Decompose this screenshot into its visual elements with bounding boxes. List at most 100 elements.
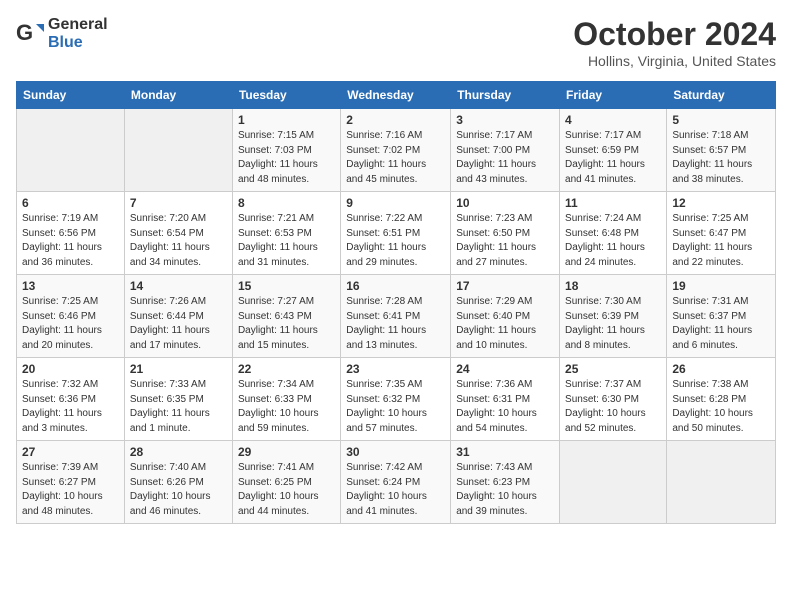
day-number: 30 (346, 445, 445, 459)
logo: G General Blue (16, 16, 108, 52)
svg-text:G: G (16, 20, 33, 45)
calendar-cell (667, 441, 776, 524)
day-info: Sunrise: 7:38 AMSunset: 6:28 PMDaylight:… (672, 378, 770, 436)
calendar-cell: 5 Sunrise: 7:18 AMSunset: 6:57 PMDaylight… (667, 109, 776, 192)
calendar-week-row: 6 Sunrise: 7:19 AMSunset: 6:56 PMDaylight… (17, 192, 776, 275)
day-info: Sunrise: 7:23 AMSunset: 6:50 PMDaylight:… (456, 212, 554, 270)
calendar-cell: 1 Sunrise: 7:15 AMSunset: 7:03 PMDaylight… (232, 109, 340, 192)
calendar-body: 1 Sunrise: 7:15 AMSunset: 7:03 PMDaylight… (17, 109, 776, 524)
day-info: Sunrise: 7:27 AMSunset: 6:43 PMDaylight:… (238, 295, 335, 353)
calendar-cell: 29Sunrise: 7:41 AMSunset: 6:25 PMDayligh… (232, 441, 340, 524)
day-number: 12 (672, 196, 770, 210)
calendar-cell: 30 Sunrise: 7:42 AMSunset: 6:24 PMDayligh… (341, 441, 451, 524)
weekday-header-sunday: Sunday (17, 82, 125, 109)
calendar-cell: 26 Sunrise: 7:38 AMSunset: 6:28 PMDayligh… (667, 358, 776, 441)
day-number: 7 (130, 196, 227, 210)
calendar-cell (560, 441, 667, 524)
day-number: 20 (22, 362, 119, 376)
day-number: 21 (130, 362, 227, 376)
day-number: 6 (22, 196, 119, 210)
weekday-header-tuesday: Tuesday (232, 82, 340, 109)
weekday-header-row: SundayMondayTuesdayWednesdayThursdayFrid… (17, 82, 776, 109)
weekday-header-thursday: Thursday (451, 82, 560, 109)
logo-blue: Blue (48, 34, 83, 51)
logo-text: General Blue (48, 16, 108, 52)
weekday-header-wednesday: Wednesday (341, 82, 451, 109)
calendar-week-row: 13 Sunrise: 7:25 AMSunset: 6:46 PMDayligh… (17, 275, 776, 358)
day-info: Sunrise: 7:15 AMSunset: 7:03 PMDaylight:… (238, 129, 335, 187)
title-block: October 2024 Hollins, Virginia, United S… (573, 16, 776, 69)
calendar-week-row: 20Sunrise: 7:32 AMSunset: 6:36 PMDayligh… (17, 358, 776, 441)
day-info: Sunrise: 7:19 AMSunset: 6:56 PMDaylight:… (22, 212, 119, 270)
calendar-cell: 2Sunrise: 7:16 AMSunset: 7:02 PMDaylight… (341, 109, 451, 192)
day-number: 16 (346, 279, 445, 293)
day-info: Sunrise: 7:42 AMSunset: 6:24 PMDaylight:… (346, 461, 445, 519)
calendar-cell: 9 Sunrise: 7:22 AMSunset: 6:51 PMDaylight… (341, 192, 451, 275)
logo-icon: G (16, 20, 44, 48)
weekday-header-friday: Friday (560, 82, 667, 109)
day-info: Sunrise: 7:34 AMSunset: 6:33 PMDaylight:… (238, 378, 335, 436)
day-number: 9 (346, 196, 445, 210)
day-number: 29 (238, 445, 335, 459)
calendar-cell (17, 109, 125, 192)
calendar-cell: 10 Sunrise: 7:23 AMSunset: 6:50 PMDayligh… (451, 192, 560, 275)
day-info: Sunrise: 7:22 AMSunset: 6:51 PMDaylight:… (346, 212, 445, 270)
day-info: Sunrise: 7:37 AMSunset: 6:30 PMDaylight:… (565, 378, 661, 436)
day-info: Sunrise: 7:24 AMSunset: 6:48 PMDaylight:… (565, 212, 661, 270)
day-number: 1 (238, 113, 335, 127)
calendar-week-row: 27Sunrise: 7:39 AMSunset: 6:27 PMDayligh… (17, 441, 776, 524)
day-number: 4 (565, 113, 661, 127)
calendar-cell: 18Sunrise: 7:30 AMSunset: 6:39 PMDayligh… (560, 275, 667, 358)
day-number: 18 (565, 279, 661, 293)
day-number: 19 (672, 279, 770, 293)
calendar-cell: 15 Sunrise: 7:27 AMSunset: 6:43 PMDayligh… (232, 275, 340, 358)
day-info: Sunrise: 7:17 AMSunset: 6:59 PMDaylight:… (565, 129, 661, 187)
day-info: Sunrise: 7:25 AMSunset: 6:46 PMDaylight:… (22, 295, 119, 353)
day-info: Sunrise: 7:28 AMSunset: 6:41 PMDaylight:… (346, 295, 445, 353)
day-number: 28 (130, 445, 227, 459)
day-number: 5 (672, 113, 770, 127)
day-number: 31 (456, 445, 554, 459)
day-info: Sunrise: 7:35 AMSunset: 6:32 PMDaylight:… (346, 378, 445, 436)
calendar-cell: 20Sunrise: 7:32 AMSunset: 6:36 PMDayligh… (17, 358, 125, 441)
day-number: 13 (22, 279, 119, 293)
day-number: 17 (456, 279, 554, 293)
day-number: 26 (672, 362, 770, 376)
calendar-cell: 28 Sunrise: 7:40 AMSunset: 6:26 PMDayligh… (124, 441, 232, 524)
calendar-title: October 2024 (573, 16, 776, 53)
day-info: Sunrise: 7:40 AMSunset: 6:26 PMDaylight:… (130, 461, 227, 519)
day-info: Sunrise: 7:18 AMSunset: 6:57 PMDaylight:… (672, 129, 770, 187)
day-number: 27 (22, 445, 119, 459)
calendar-cell: 16 Sunrise: 7:28 AMSunset: 6:41 PMDayligh… (341, 275, 451, 358)
day-info: Sunrise: 7:43 AMSunset: 6:23 PMDaylight:… (456, 461, 554, 519)
calendar-header: SundayMondayTuesdayWednesdayThursdayFrid… (17, 82, 776, 109)
day-info: Sunrise: 7:33 AMSunset: 6:35 PMDaylight:… (130, 378, 227, 436)
calendar-cell: 27Sunrise: 7:39 AMSunset: 6:27 PMDayligh… (17, 441, 125, 524)
calendar-cell: 11 Sunrise: 7:24 AMSunset: 6:48 PMDayligh… (560, 192, 667, 275)
day-info: Sunrise: 7:17 AMSunset: 7:00 PMDaylight:… (456, 129, 554, 187)
calendar-cell: 21 Sunrise: 7:33 AMSunset: 6:35 PMDayligh… (124, 358, 232, 441)
day-number: 10 (456, 196, 554, 210)
day-number: 11 (565, 196, 661, 210)
calendar-cell: 4 Sunrise: 7:17 AMSunset: 6:59 PMDaylight… (560, 109, 667, 192)
calendar-cell: 17 Sunrise: 7:29 AMSunset: 6:40 PMDayligh… (451, 275, 560, 358)
day-number: 14 (130, 279, 227, 293)
calendar-cell: 23 Sunrise: 7:35 AMSunset: 6:32 PMDayligh… (341, 358, 451, 441)
day-number: 15 (238, 279, 335, 293)
day-info: Sunrise: 7:29 AMSunset: 6:40 PMDaylight:… (456, 295, 554, 353)
day-number: 22 (238, 362, 335, 376)
logo-general: General (48, 16, 108, 33)
day-info: Sunrise: 7:21 AMSunset: 6:53 PMDaylight:… (238, 212, 335, 270)
day-number: 23 (346, 362, 445, 376)
calendar-cell: 24Sunrise: 7:36 AMSunset: 6:31 PMDayligh… (451, 358, 560, 441)
calendar-cell: 3 Sunrise: 7:17 AMSunset: 7:00 PMDaylight… (451, 109, 560, 192)
calendar-table: SundayMondayTuesdayWednesdayThursdayFrid… (16, 81, 776, 524)
day-info: Sunrise: 7:16 AMSunset: 7:02 PMDaylight:… (346, 129, 445, 187)
calendar-cell: 22 Sunrise: 7:34 AMSunset: 6:33 PMDayligh… (232, 358, 340, 441)
day-number: 3 (456, 113, 554, 127)
calendar-cell: 12Sunrise: 7:25 AMSunset: 6:47 PMDayligh… (667, 192, 776, 275)
calendar-cell: 7Sunrise: 7:20 AMSunset: 6:54 PMDaylight… (124, 192, 232, 275)
day-number: 24 (456, 362, 554, 376)
day-info: Sunrise: 7:31 AMSunset: 6:37 PMDaylight:… (672, 295, 770, 353)
calendar-cell: 8Sunrise: 7:21 AMSunset: 6:53 PMDaylight… (232, 192, 340, 275)
